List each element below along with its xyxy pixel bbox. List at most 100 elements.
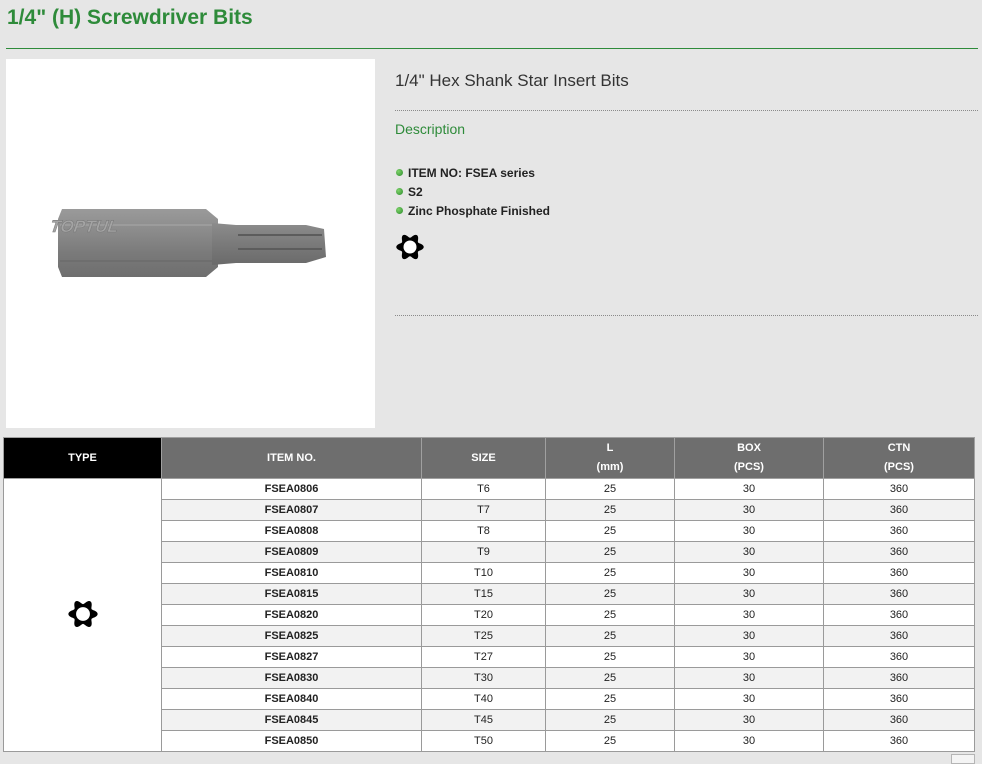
size-cell: T7: [421, 499, 546, 521]
ctn-cell: 360: [823, 667, 975, 689]
length-cell: 25: [545, 646, 675, 668]
box-cell: 30: [674, 730, 824, 752]
table-header-row: TYPE ITEM NO. SIZE L (mm) BOX (PCS) CTN (PC…: [3, 437, 975, 479]
ctn-cell: 360: [823, 541, 975, 563]
length-cell: 25: [545, 688, 675, 710]
ctn-cell: 360: [823, 583, 975, 605]
size-cell: T10: [421, 562, 546, 584]
length-cell: 25: [545, 604, 675, 626]
length-cell: 25: [545, 583, 675, 605]
box-cell: 30: [674, 520, 824, 542]
product-image-brand: TOPTUL: [49, 217, 119, 236]
type-cell: [3, 478, 162, 752]
box-cell: 30: [674, 478, 824, 500]
size-cell: T40: [421, 688, 546, 710]
column-header-size: SIZE: [421, 437, 546, 479]
description-heading: Description: [395, 121, 466, 137]
item-no-cell: FSEA0827: [161, 646, 422, 668]
bullet-icon: [396, 207, 403, 214]
length-cell: 25: [545, 499, 675, 521]
length-cell: 25: [545, 478, 675, 500]
box-cell: 30: [674, 499, 824, 521]
item-no-cell: FSEA0808: [161, 520, 422, 542]
ctn-cell: 360: [823, 709, 975, 731]
size-cell: T8: [421, 520, 546, 542]
item-no-cell: FSEA0810: [161, 562, 422, 584]
table-row: FSEA0806 T6 25 30 360: [3, 478, 975, 752]
box-cell: 30: [674, 646, 824, 668]
column-header-box: BOX (PCS): [674, 437, 824, 479]
title-divider: [6, 48, 978, 49]
size-cell: T15: [421, 583, 546, 605]
size-cell: T25: [421, 625, 546, 647]
size-cell: T30: [421, 667, 546, 689]
feature-item: S2: [395, 182, 550, 201]
box-cell: 30: [674, 709, 824, 731]
item-no-cell: FSEA0845: [161, 709, 422, 731]
box-cell: 30: [674, 541, 824, 563]
star-torx-icon: [67, 598, 99, 630]
box-cell: 30: [674, 604, 824, 626]
size-cell: T27: [421, 646, 546, 668]
length-cell: 25: [545, 562, 675, 584]
feature-text: ITEM NO: FSEA series: [408, 165, 535, 180]
box-label: BOX: [737, 442, 761, 454]
box-cell: 30: [674, 667, 824, 689]
ctn-label: CTN: [887, 442, 911, 454]
feature-list: ITEM NO: FSEA series S2 Zinc Phosphate F…: [395, 163, 550, 220]
item-no-cell: FSEA0809: [161, 541, 422, 563]
dotted-divider: [395, 315, 978, 316]
feature-text: S2: [408, 184, 423, 199]
product-image: TOPTUL: [6, 59, 375, 428]
box-cell: 30: [674, 625, 824, 647]
box-unit: (PCS): [734, 461, 764, 473]
ctn-unit: (PCS): [884, 461, 914, 473]
page-title: 1/4" (H) Screwdriver Bits: [7, 6, 253, 29]
length-cell: 25: [545, 667, 675, 689]
scroll-handle[interactable]: [951, 754, 975, 764]
product-name: 1/4" Hex Shank Star Insert Bits: [395, 71, 629, 90]
size-cell: T45: [421, 709, 546, 731]
item-no-cell: FSEA0806: [161, 478, 422, 500]
box-cell: 30: [674, 583, 824, 605]
length-cell: 25: [545, 625, 675, 647]
length-cell: 25: [545, 709, 675, 731]
dotted-divider: [395, 110, 978, 111]
star-torx-icon: [395, 232, 425, 262]
column-header-ctn: CTN (PCS): [823, 437, 975, 479]
length-cell: 25: [545, 520, 675, 542]
feature-item: Zinc Phosphate Finished: [395, 201, 550, 220]
item-no-cell: FSEA0807: [161, 499, 422, 521]
item-no-cell: FSEA0825: [161, 625, 422, 647]
ctn-cell: 360: [823, 730, 975, 752]
box-cell: 30: [674, 562, 824, 584]
item-no-cell: FSEA0830: [161, 667, 422, 689]
item-no-cell: FSEA0815: [161, 583, 422, 605]
ctn-cell: 360: [823, 604, 975, 626]
ctn-cell: 360: [823, 520, 975, 542]
column-header-type: TYPE: [3, 437, 162, 479]
item-no-cell: FSEA0850: [161, 730, 422, 752]
size-cell: T9: [421, 541, 546, 563]
column-header-length: L (mm): [545, 437, 675, 479]
item-no-cell: FSEA0840: [161, 688, 422, 710]
bullet-icon: [396, 169, 403, 176]
ctn-cell: 360: [823, 478, 975, 500]
item-no-cell: FSEA0820: [161, 604, 422, 626]
size-cell: T6: [421, 478, 546, 500]
column-header-item-no: ITEM NO.: [161, 437, 422, 479]
box-cell: 30: [674, 688, 824, 710]
length-label: L: [606, 442, 614, 454]
ctn-cell: 360: [823, 646, 975, 668]
length-cell: 25: [545, 541, 675, 563]
length-cell: 25: [545, 730, 675, 752]
ctn-cell: 360: [823, 499, 975, 521]
feature-item: ITEM NO: FSEA series: [395, 163, 550, 182]
ctn-cell: 360: [823, 562, 975, 584]
feature-text: Zinc Phosphate Finished: [408, 203, 551, 218]
bullet-icon: [396, 188, 403, 195]
ctn-cell: 360: [823, 625, 975, 647]
size-cell: T20: [421, 604, 546, 626]
spec-table: TYPE ITEM NO. SIZE L (mm) BOX (PCS) CTN (PC…: [3, 437, 975, 752]
size-cell: T50: [421, 730, 546, 752]
